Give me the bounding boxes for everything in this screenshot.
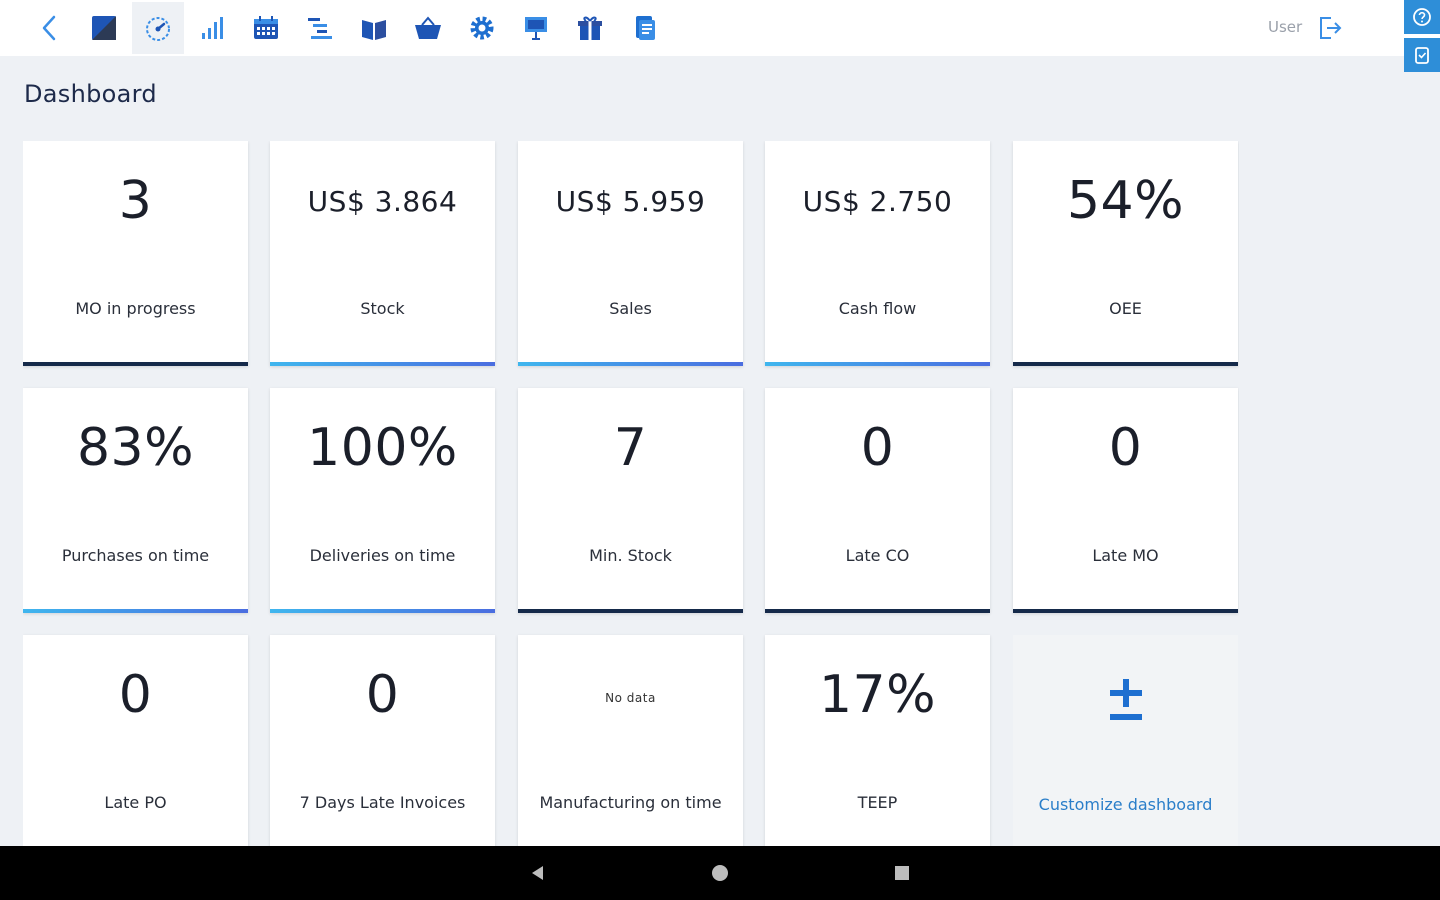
kpi-label: Cash flow <box>838 299 917 318</box>
dashboard-icon <box>146 17 170 41</box>
clipboard-tab[interactable] <box>1404 38 1440 72</box>
kpi-card-deliveries-on-time[interactable]: 100% Deliveries on time <box>270 388 495 613</box>
kpi-label: TEEP <box>857 793 898 812</box>
kpi-value: 83% <box>76 418 195 478</box>
catalog-button[interactable] <box>348 2 400 54</box>
document-icon <box>636 16 655 40</box>
page-title: Dashboard <box>24 80 157 108</box>
bar-chart-icon <box>202 17 223 39</box>
kpi-card-manufacturing-on-time[interactable]: No data Manufacturing on time <box>518 635 743 846</box>
kpi-label: MO in progress <box>75 299 196 318</box>
kpi-accent-bar <box>1013 609 1238 613</box>
kpi-label: Late MO <box>1092 546 1159 565</box>
kpi-label: Purchases on time <box>61 546 210 565</box>
products-button[interactable] <box>564 2 616 54</box>
kpi-label: Deliveries on time <box>309 546 456 565</box>
kpi-card-cash-flow[interactable]: US$ 2.750 Cash flow <box>765 141 990 366</box>
kpi-card-late-invoices[interactable]: 0 7 Days Late Invoices <box>270 635 495 846</box>
kpi-accent-bar <box>518 362 743 366</box>
calendar-icon <box>254 16 278 39</box>
gear-icon <box>470 16 494 40</box>
planning-button[interactable] <box>294 2 346 54</box>
kpi-card-late-po[interactable]: 0 Late PO <box>23 635 248 846</box>
kpi-value: US$ 3.864 <box>307 185 458 218</box>
kpi-label: Sales <box>609 299 652 318</box>
nav-home-icon[interactable] <box>710 863 730 883</box>
kpi-accent-bar <box>518 609 743 613</box>
nav-back-icon[interactable] <box>528 863 548 883</box>
kpi-card-purchases-on-time[interactable]: 83% Purchases on time <box>23 388 248 613</box>
kpi-card-late-mo[interactable]: 0 Late MO <box>1013 388 1238 613</box>
help-icon <box>1413 8 1431 26</box>
basket-icon <box>415 16 441 39</box>
kpi-card-stock[interactable]: US$ 3.864 Stock <box>270 141 495 366</box>
top-toolbar: User <box>0 0 1440 56</box>
logo-icon <box>92 16 116 40</box>
reports-button[interactable] <box>186 2 238 54</box>
kpi-card-min-stock[interactable]: 7 Min. Stock <box>518 388 743 613</box>
kpi-value: 7 <box>613 418 648 478</box>
kpi-value: 0 <box>1108 418 1143 478</box>
plus-minus-icon <box>1109 679 1142 720</box>
kpi-accent-bar <box>765 362 990 366</box>
kpi-card-oee[interactable]: 54% OEE <box>1013 141 1238 366</box>
back-icon <box>42 15 56 41</box>
kpi-value: No data <box>605 691 656 705</box>
back-button[interactable] <box>24 2 76 54</box>
kpi-accent-bar <box>1013 362 1238 366</box>
kpi-value: 54% <box>1066 171 1185 231</box>
purchases-button[interactable] <box>402 2 454 54</box>
training-button[interactable] <box>510 2 562 54</box>
documents-button[interactable] <box>618 2 670 54</box>
gift-icon <box>578 16 602 40</box>
help-tab[interactable] <box>1404 0 1440 34</box>
kpi-accent-bar <box>270 609 495 613</box>
kpi-value: 100% <box>307 418 458 478</box>
kpi-card-late-co[interactable]: 0 Late CO <box>765 388 990 613</box>
kpi-label: Manufacturing on time <box>539 793 722 812</box>
kpi-value: 0 <box>860 418 895 478</box>
dashboard-button[interactable] <box>132 2 184 54</box>
kpi-card-teep[interactable]: 17% TEEP <box>765 635 990 846</box>
home-button[interactable] <box>78 2 130 54</box>
nav-recents-icon[interactable] <box>892 863 912 883</box>
kpi-label: Min. Stock <box>589 546 672 565</box>
user-label[interactable]: User <box>1268 18 1302 36</box>
dashboard-grid: 3 MO in progress US$ 3.864 Stock US$ 5.9… <box>23 141 1239 846</box>
kpi-label: Late PO <box>104 793 167 812</box>
customize-dashboard-button[interactable]: Customize dashboard <box>1013 635 1238 846</box>
kpi-accent-bar <box>765 609 990 613</box>
kpi-value: 0 <box>365 665 400 725</box>
presentation-icon <box>525 17 547 40</box>
kpi-label: OEE <box>1109 299 1142 318</box>
settings-button[interactable] <box>456 2 508 54</box>
kpi-card-mo-in-progress[interactable]: 3 MO in progress <box>23 141 248 366</box>
kpi-card-sales[interactable]: US$ 5.959 Sales <box>518 141 743 366</box>
calendar-button[interactable] <box>240 2 292 54</box>
kpi-label: Late CO <box>845 546 910 565</box>
system-navigation-bar <box>0 846 1440 900</box>
kpi-value: 0 <box>118 665 153 725</box>
kpi-label: Stock <box>360 299 405 318</box>
kpi-value: 17% <box>818 665 937 725</box>
plus-minus-wrapper <box>1013 677 1238 723</box>
book-icon <box>362 20 386 40</box>
kpi-accent-bar <box>23 362 248 366</box>
kpi-value: US$ 5.959 <box>555 185 706 218</box>
logout-icon[interactable] <box>1316 14 1344 42</box>
kpi-accent-bar <box>23 609 248 613</box>
kpi-value: 3 <box>118 171 153 231</box>
kpi-label: 7 Days Late Invoices <box>299 793 466 812</box>
gantt-icon <box>308 18 332 39</box>
kpi-value: US$ 2.750 <box>802 185 953 218</box>
clipboard-icon <box>1415 47 1429 64</box>
customize-dashboard-label: Customize dashboard <box>1038 795 1213 814</box>
kpi-accent-bar <box>270 362 495 366</box>
